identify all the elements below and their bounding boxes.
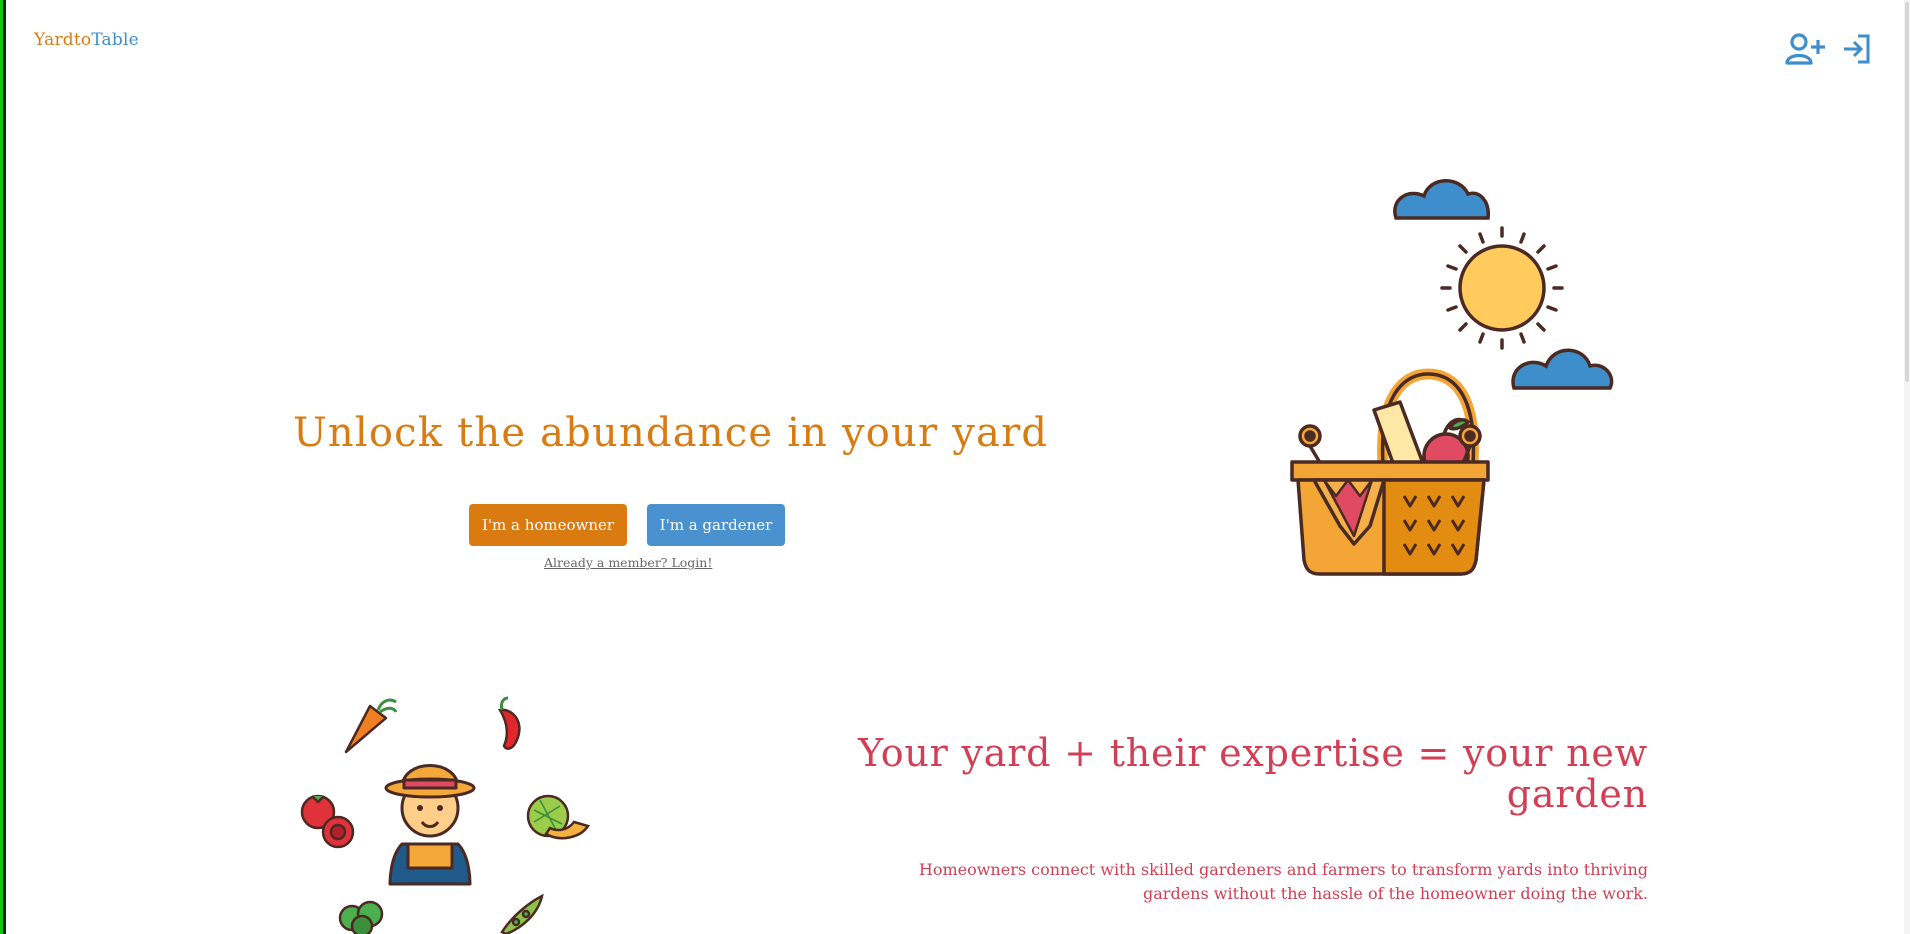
broccoli-icon <box>338 900 384 934</box>
logo-part-table: Table <box>91 30 139 50</box>
picnic-basket-icon <box>1290 368 1490 576</box>
gardener-illustration <box>300 696 590 934</box>
site-logo[interactable]: YardtoTable <box>34 30 139 50</box>
melon-icon <box>526 794 590 840</box>
sun-icon <box>1440 226 1564 350</box>
cloud-icon <box>1511 348 1614 390</box>
add-user-icon[interactable] <box>1784 32 1828 66</box>
scrollbar-thumb[interactable] <box>1905 2 1909 382</box>
basket-illustration <box>1290 179 1614 576</box>
logo-part-to: to <box>73 30 92 50</box>
login-link[interactable]: Already a member? Login! <box>544 555 712 570</box>
login-icon[interactable] <box>1840 32 1874 66</box>
cloud-icon <box>1393 179 1490 220</box>
pea-pod-icon <box>500 893 544 934</box>
window-edge-shadow <box>3 0 6 934</box>
carrot-icon <box>344 698 398 754</box>
hero-title: Unlock the abundance in your yard <box>293 410 1049 456</box>
tomato-icon <box>300 794 355 849</box>
gardener-button[interactable]: I'm a gardener <box>647 504 785 546</box>
scrollbar[interactable] <box>1904 0 1910 934</box>
header-actions <box>1784 32 1874 66</box>
section-description: Homeowners connect with skilled gardener… <box>918 860 1648 903</box>
gardener-icon <box>384 764 476 886</box>
homeowner-button[interactable]: I'm a homeowner <box>469 504 627 546</box>
logo-part-yard: Yard <box>34 30 74 50</box>
chili-pepper-icon <box>497 696 521 750</box>
section-title: Your yard + their expertise = your new g… <box>858 731 1648 816</box>
